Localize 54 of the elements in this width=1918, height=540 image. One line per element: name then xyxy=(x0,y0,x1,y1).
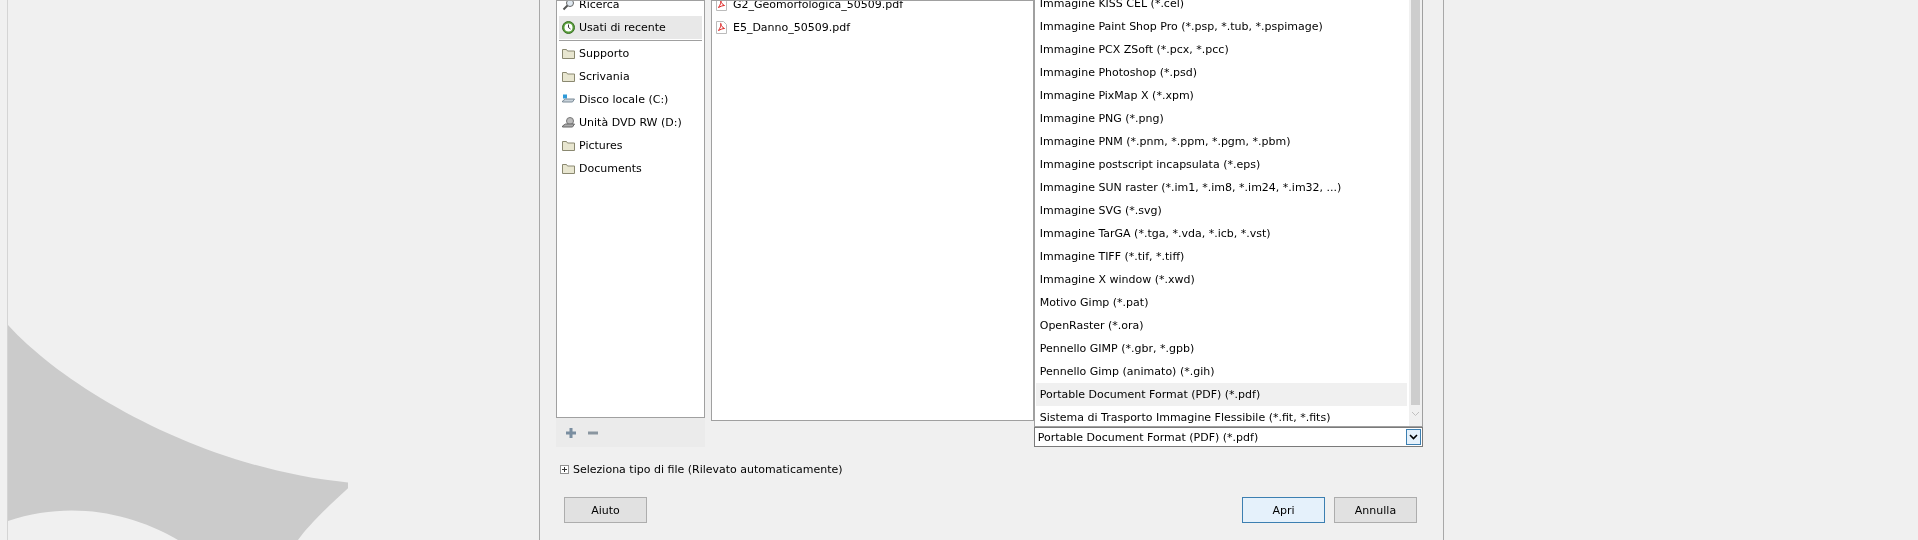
pdf-file-icon xyxy=(715,21,727,34)
file-type-option[interactable]: Immagine SVG (*.svg) xyxy=(1035,199,1407,222)
folder-icon xyxy=(562,140,575,151)
sidebar-item[interactable]: Scrivania xyxy=(559,65,702,88)
file-type-option[interactable]: Immagine Photoshop (*.psd) xyxy=(1035,61,1407,84)
sidebar-item[interactable]: Unità DVD RW (D:) xyxy=(559,111,702,134)
file-type-combo[interactable]: Portable Document Format (PDF) (*.pdf) xyxy=(1033,427,1423,447)
sidebar-item-label: Pictures xyxy=(579,139,623,152)
sidebar-item-label: Disco locale (C:) xyxy=(579,93,669,106)
file-type-option[interactable]: Immagine Paint Shop Pro (*.psp, *.tub, *.pspimage) xyxy=(1035,15,1407,38)
clock-icon xyxy=(562,21,575,34)
file-type-option[interactable]: Pennello Gimp (animato) (*.gih) xyxy=(1035,360,1407,383)
file-type-option[interactable]: Sistema di Trasporto Immagine Flessibile (*.fit, *.fits) xyxy=(1035,406,1407,426)
sidebar-item[interactable]: Documents xyxy=(559,157,702,180)
folder-icon xyxy=(562,71,575,82)
plus-icon xyxy=(561,465,568,473)
folder-icon xyxy=(562,48,575,59)
file-type-option[interactable]: Immagine X window (*.xwd) xyxy=(1035,268,1407,291)
search-icon xyxy=(562,1,575,11)
file-type-option[interactable]: Immagine PNM (*.pnm, *.ppm, *.pgm, *.pbm) xyxy=(1035,130,1407,153)
sidebar-item-label: Supporto xyxy=(579,47,630,60)
add-button[interactable] xyxy=(564,425,578,440)
file-type-option[interactable]: Immagine TarGA (*.tga, *.vda, *.icb, *.vst) xyxy=(1035,222,1407,245)
dropdown-arrow-button[interactable] xyxy=(1406,429,1421,445)
dialog-button[interactable]: Annulla xyxy=(1334,497,1417,523)
disc-drive-icon xyxy=(562,116,575,129)
expander-label[interactable]: Seleziona tipo di file (Rilevato automaticamente) xyxy=(573,462,843,476)
folder-icon xyxy=(562,163,575,174)
sidebar-item-label: Scrivania xyxy=(579,70,630,83)
file-type-option[interactable]: Immagine PNG (*.png) xyxy=(1035,107,1407,130)
sidebar-item[interactable]: Disco locale (C:) xyxy=(559,88,702,111)
file-type-option[interactable]: OpenRaster (*.ora) xyxy=(1035,314,1407,337)
expander-toggle[interactable] xyxy=(560,464,569,474)
scrollbar-thumb[interactable] xyxy=(1411,0,1420,405)
file-type-option[interactable]: Portable Document Format (PDF) (*.pdf) xyxy=(1035,383,1407,406)
file-name[interactable]: E5_Danno_50509.pdf xyxy=(732,21,851,34)
caret-icon xyxy=(1409,434,1418,440)
hard-drive-icon xyxy=(562,94,575,105)
sidebar-item-label: Unità DVD RW (D:) xyxy=(579,116,682,129)
file-type-option[interactable]: Immagine TIFF (*.tif, *.tiff) xyxy=(1035,245,1407,268)
sidebar-item[interactable]: Supporto xyxy=(559,42,702,65)
file-type-option[interactable]: Immagine SUN raster (*.im1, *.im8, *.im24, *.im32, ...) xyxy=(1035,176,1407,199)
sidebar-item-label: Documents xyxy=(579,162,642,175)
plus-icon xyxy=(565,426,577,439)
sidebar-item[interactable]: Usati di recente xyxy=(559,16,702,39)
file-type-option[interactable]: Pennello GIMP (*.gbr, *.gpb) xyxy=(1035,337,1407,360)
file-type-option[interactable]: Motivo Gimp (*.pat) xyxy=(1035,291,1407,314)
file-type-option[interactable]: Immagine PCX ZSoft (*.pcx, *.pcc) xyxy=(1035,38,1407,61)
sidebar-item[interactable]: Pictures xyxy=(559,134,702,157)
sidebar-item-label: Usati di recente xyxy=(579,21,666,34)
dialog-button[interactable]: Apri xyxy=(1242,497,1325,523)
help-button[interactable]: Aiuto xyxy=(564,497,647,523)
file-type-option[interactable]: Immagine postscript incapsulata (*.eps) xyxy=(1035,153,1407,176)
file-type-option[interactable]: Immagine PixMap X (*.xpm) xyxy=(1035,84,1407,107)
